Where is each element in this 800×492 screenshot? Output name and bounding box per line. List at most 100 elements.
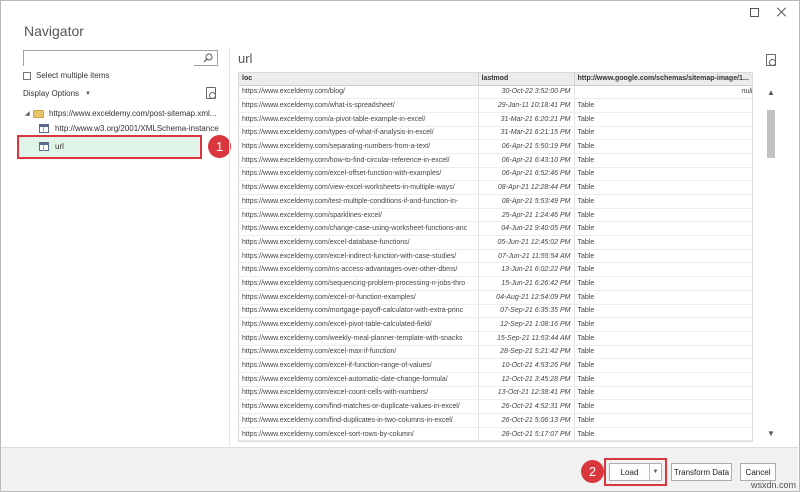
table-row[interactable]: https://www.exceldemy.com/ms-access-adva… [239,262,752,278]
refresh-page-icon[interactable] [206,87,216,99]
cell-image[interactable]: Table [574,262,752,278]
cell-image[interactable]: Table [574,126,752,141]
column-header-lastmod[interactable]: lastmod [478,73,575,86]
cell-image[interactable]: Table [574,180,752,195]
search-input[interactable] [24,54,194,68]
cell-image[interactable]: Table [574,276,752,291]
table-row[interactable]: https://www.exceldemy.com/excel-count-ce… [239,386,752,401]
cell-image[interactable]: Table [574,112,752,127]
scrollbar-thumb[interactable] [767,110,775,158]
table-row[interactable]: https://www.exceldemy.com/sparklines-exc… [239,208,752,223]
cell-image[interactable]: Table [574,167,752,182]
table-row[interactable]: https://www.exceldemy.com/find-duplicate… [239,413,752,428]
cell-loc: https://www.exceldemy.com/view-excel-wor… [239,180,479,195]
cell-image[interactable]: Table [574,208,752,223]
cell-loc: https://www.exceldemy.com/types-of-what-… [239,126,479,141]
table-row[interactable]: https://www.exceldemy.com/excel-indirect… [239,249,752,264]
cell-image[interactable]: Table [574,139,752,154]
cell-image[interactable]: Table [574,331,752,346]
column-header-image[interactable]: http://www.google.com/schemas/sitemap-im… [574,73,752,86]
cell-image[interactable]: Table [574,399,752,414]
cell-image[interactable]: Table [574,372,752,387]
cell-loc: https://www.exceldemy.com/weekly-meal-pl… [239,331,479,346]
table-row[interactable]: https://www.exceldemy.com/excel-or-funct… [239,290,752,305]
table-row[interactable]: https://www.exceldemy.com/types-of-what-… [239,126,752,141]
table-row[interactable]: https://www.exceldemy.com/separating-num… [239,139,752,154]
table-row[interactable]: https://www.exceldemy.com/excel-if-funct… [239,358,752,373]
cell-lastmod: 25-Apr-21 1:24:46 PM [478,208,575,223]
table-row[interactable]: https://www.exceldemy.com/test-multiple-… [239,194,752,209]
table-row[interactable]: https://www.exceldemy.com/what-is-spread… [239,98,752,113]
close-button[interactable] [776,6,788,18]
cell-lastmod: 26-Oct-21 4:52:31 PM [478,399,575,414]
table-row[interactable]: https://www.exceldemy.com/a-pivot-table-… [239,112,752,127]
cell-image[interactable]: Table [574,345,752,360]
table-row[interactable]: https://www.exceldemy.com/change-case-us… [239,221,752,237]
cell-lastmod: 13-Oct-21 12:38:41 PM [478,386,575,401]
cell-image[interactable]: Table [574,221,752,237]
cell-lastmod: 08-Apr-21 12:28:44 PM [478,180,575,195]
table-row[interactable]: https://www.exceldemy.com/excel-automati… [239,372,752,387]
column-header-loc[interactable]: loc [239,73,479,86]
table-row[interactable]: https://www.exceldemy.com/weekly-meal-pl… [239,331,752,346]
select-multiple-checkbox[interactable] [23,71,31,80]
cell-loc: https://www.exceldemy.com/find-duplicate… [239,413,479,428]
select-multiple-option[interactable]: Select multiple items [23,71,109,80]
table-row[interactable]: https://www.exceldemy.com/blog/30-Oct-22… [239,85,752,100]
cell-image[interactable]: null [574,85,752,100]
cell-lastmod: 04-Jun-21 9:40:05 PM [478,221,575,237]
preview-options-icon[interactable] [766,54,776,66]
vertical-scrollbar[interactable]: ▲ ▼ [765,88,777,438]
table-row[interactable]: https://www.exceldemy.com/excel-max-if-f… [239,345,752,360]
cell-loc: https://www.exceldemy.com/separating-num… [239,139,479,154]
table-row[interactable]: https://www.exceldemy.com/excel-offset-f… [239,167,752,182]
cell-lastmod: 07-Sep-21 6:35:35 PM [478,304,575,319]
cell-loc: https://www.exceldemy.com/blog/ [239,85,479,100]
table-row[interactable]: https://www.exceldemy.com/mortgage-payof… [239,304,752,319]
cell-loc: https://www.exceldemy.com/excel-database… [239,235,479,250]
cell-image[interactable]: Table [574,235,752,250]
cancel-button[interactable]: Cancel [740,463,776,481]
cell-image[interactable]: Table [574,249,752,264]
cell-image[interactable]: Table [574,358,752,373]
cell-image[interactable]: Table [574,304,752,319]
cell-image[interactable]: Table [574,194,752,209]
tree-item-label: http://www.w3.org/2001/XMLSchema-instanc… [55,124,219,133]
cell-image[interactable]: Table [574,98,752,113]
cell-loc: https://www.exceldemy.com/excel-indirect… [239,249,479,264]
cell-lastmod: 15-Sep-21 11:53:44 AM [478,331,575,346]
cell-lastmod: 26-Oct-21 5:06:13 PM [478,413,575,428]
scroll-down-icon[interactable]: ▼ [766,429,776,438]
cell-lastmod: 15-Jun-21 6:26:42 PM [478,276,575,291]
watermark: wsxdn.com [750,480,796,490]
search-box [23,50,218,68]
cell-lastmod: 07-Jun-21 11:55:54 AM [478,249,575,264]
cell-image[interactable]: Table [574,413,752,428]
cell-lastmod: 04-Aug-21 12:54:09 PM [478,290,575,305]
table-icon [39,124,49,133]
cell-image[interactable]: Table [574,427,752,441]
table-row[interactable]: https://www.exceldemy.com/find-matches-o… [239,399,752,414]
display-options-dropdown[interactable]: Display Options ▼ [23,89,91,98]
cell-image[interactable]: Table [574,386,752,401]
cell-image[interactable]: Table [574,290,752,305]
cell-lastmod: 29-Jan-11 10:18:41 PM [478,98,575,113]
cell-image[interactable]: Table [574,317,752,332]
expand-arrow-icon[interactable]: ◢ [25,110,33,117]
transform-data-button[interactable]: Transform Data [671,463,732,481]
table-row[interactable]: https://www.exceldemy.com/sequencing-pro… [239,276,752,291]
search-icon[interactable] [203,53,213,63]
table-row[interactable]: https://www.exceldemy.com/excel-sort-row… [239,427,752,441]
table-row[interactable]: https://www.exceldemy.com/how-to-find-ci… [239,153,752,168]
table-row[interactable]: https://www.exceldemy.com/excel-database… [239,235,752,250]
table-row[interactable]: https://www.exceldemy.com/view-excel-wor… [239,180,752,195]
table-row[interactable]: https://www.exceldemy.com/excel-pivot-ta… [239,317,752,332]
cell-lastmod: 28-Sep-21 5:21:42 PM [478,345,575,360]
tree-item-xmlschema[interactable]: http://www.w3.org/2001/XMLSchema-instanc… [39,124,219,133]
scroll-up-icon[interactable]: ▲ [766,88,776,97]
pane-divider[interactable] [229,48,230,446]
cell-image[interactable]: Table [574,153,752,168]
cell-loc: https://www.exceldemy.com/test-multiple-… [239,194,479,209]
tree-item-sitemap[interactable]: ◢ https://www.exceldemy.com/post-sitemap… [25,109,216,118]
maximize-button[interactable] [750,6,762,18]
